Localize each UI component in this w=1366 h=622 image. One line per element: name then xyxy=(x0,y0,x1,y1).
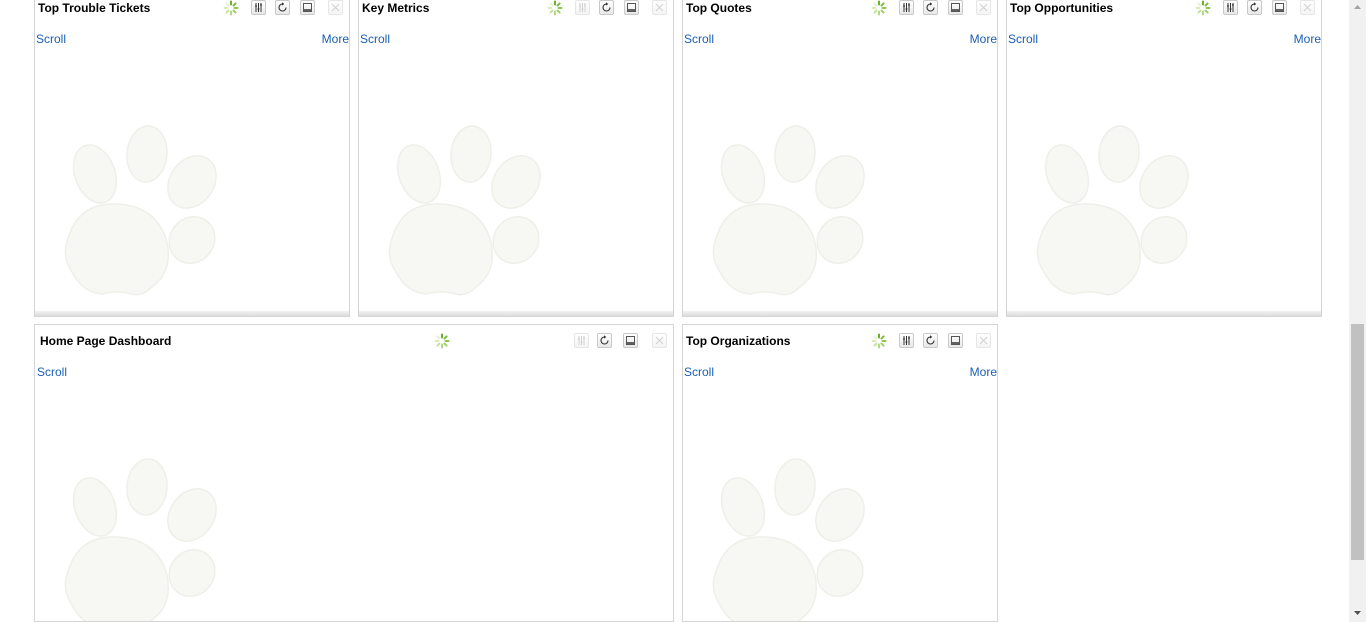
widget-top-opportunities: Top Opportunities Scroll More xyxy=(1006,0,1322,317)
close-icon[interactable] xyxy=(1300,0,1315,15)
scroll-link[interactable]: Scroll xyxy=(1008,32,1038,46)
scroll-link[interactable]: Scroll xyxy=(684,365,714,379)
vertical-scrollbar[interactable] xyxy=(1349,0,1366,622)
refresh-icon[interactable] xyxy=(1247,0,1262,15)
scroll-link[interactable]: Scroll xyxy=(36,32,66,46)
minimize-icon[interactable] xyxy=(948,333,963,348)
widget-title: Top Quotes xyxy=(686,1,752,15)
widget-top-trouble-tickets: Top Trouble Tickets Scroll More xyxy=(34,0,350,317)
loading-spinner-icon xyxy=(1195,0,1211,16)
refresh-icon[interactable] xyxy=(275,0,290,15)
widget-title: Top Organizations xyxy=(686,334,791,348)
widget-home-page-dashboard: Home Page Dashboard Scroll xyxy=(34,324,674,622)
minimize-icon[interactable] xyxy=(623,333,638,348)
settings-sliders-icon[interactable] xyxy=(574,333,589,348)
scrollbar-thumb[interactable] xyxy=(1351,324,1364,560)
close-icon[interactable] xyxy=(976,0,991,15)
refresh-icon[interactable] xyxy=(923,0,938,15)
more-link[interactable]: More xyxy=(1294,32,1321,46)
loading-spinner-icon xyxy=(223,0,239,16)
loading-spinner-icon xyxy=(434,333,450,349)
more-link[interactable]: More xyxy=(322,32,349,46)
loading-spinner-icon xyxy=(547,0,563,16)
paw-print-icon xyxy=(712,458,865,621)
widget-bottom-edge xyxy=(683,311,997,316)
widget-title: Key Metrics xyxy=(362,1,430,15)
more-link[interactable]: More xyxy=(970,365,997,379)
settings-sliders-icon[interactable] xyxy=(1223,0,1238,15)
scroll-link[interactable]: Scroll xyxy=(37,365,67,379)
minimize-icon[interactable] xyxy=(1272,0,1287,15)
widget-top-organizations: Top Organizations Scroll More xyxy=(682,324,998,622)
refresh-icon[interactable] xyxy=(923,333,938,348)
widget-bottom-edge xyxy=(1007,311,1321,316)
minimize-icon[interactable] xyxy=(300,0,315,15)
scroll-down-arrow-icon[interactable] xyxy=(1349,606,1366,620)
paw-print-icon xyxy=(712,125,865,296)
minimize-icon[interactable] xyxy=(948,0,963,15)
close-icon[interactable] xyxy=(652,0,667,15)
refresh-icon[interactable] xyxy=(597,333,612,348)
widget-key-metrics: Key Metrics Scroll xyxy=(358,0,674,317)
minimize-icon[interactable] xyxy=(624,0,639,15)
scroll-link[interactable]: Scroll xyxy=(360,32,390,46)
more-link[interactable]: More xyxy=(970,32,997,46)
widget-bottom-edge xyxy=(35,311,349,316)
close-icon[interactable] xyxy=(652,333,667,348)
widget-title: Top Opportunities xyxy=(1010,1,1114,15)
paw-print-icon xyxy=(64,125,217,296)
settings-sliders-icon[interactable] xyxy=(251,0,266,15)
widget-top-quotes: Top Quotes Scroll More xyxy=(682,0,998,317)
scroll-link[interactable]: Scroll xyxy=(684,32,714,46)
paw-print-icon xyxy=(388,125,541,296)
close-icon[interactable] xyxy=(328,0,343,15)
scroll-up-arrow-icon[interactable] xyxy=(1349,0,1366,14)
refresh-icon[interactable] xyxy=(599,0,614,15)
loading-spinner-icon xyxy=(871,333,887,349)
widget-title: Top Trouble Tickets xyxy=(38,1,151,15)
close-icon[interactable] xyxy=(976,333,991,348)
paw-print-icon xyxy=(1036,125,1189,296)
dashboard-page: Top Trouble Tickets Scroll More Key Metr… xyxy=(0,0,1366,622)
settings-sliders-icon[interactable] xyxy=(899,333,914,348)
widget-title: Home Page Dashboard xyxy=(40,334,172,348)
widget-bottom-edge xyxy=(359,311,673,316)
settings-sliders-icon[interactable] xyxy=(899,0,914,15)
paw-print-icon xyxy=(64,458,217,621)
settings-sliders-icon[interactable] xyxy=(575,0,590,15)
loading-spinner-icon xyxy=(871,0,887,16)
